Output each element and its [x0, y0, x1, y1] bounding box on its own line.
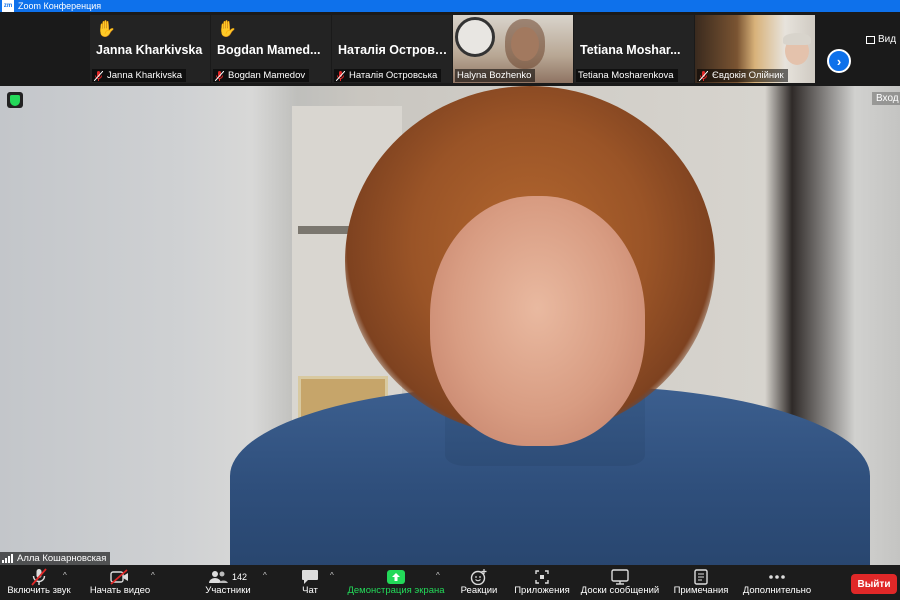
video-off-icon — [110, 565, 130, 585]
participant-tile[interactable]: Наталія Островсь... Наталія Островська — [332, 15, 452, 83]
participant-display-name: Janna Kharkivska — [96, 43, 203, 57]
participant-label: Євдокія Олійник — [697, 69, 788, 82]
participant-video-hair — [505, 19, 545, 69]
participant-display-name: Наталія Островсь... — [338, 43, 450, 57]
reactions-label: Реакции — [460, 585, 498, 596]
view-grid-icon — [866, 35, 875, 44]
participants-label: Участники — [205, 585, 251, 596]
chat-icon — [301, 565, 319, 585]
participant-label: Bogdan Mamedov — [213, 69, 310, 82]
participant-label: Halyna Bozhenko — [455, 69, 536, 82]
chat-label: Чат — [302, 585, 318, 596]
title-bar: zm Zoom Конференция — [0, 0, 900, 12]
chat-button[interactable]: Чат — [290, 565, 330, 600]
security-shield-icon[interactable] — [7, 92, 23, 108]
start-video-label: Начать видео — [89, 585, 151, 596]
exit-button[interactable]: Вход — [872, 92, 900, 105]
participant-name: Bogdan Mamedov — [228, 70, 306, 81]
chevron-up-icon[interactable]: ^ — [330, 571, 334, 580]
participants-count: 142 — [231, 571, 248, 582]
zoom-logo-icon: zm — [2, 0, 14, 12]
view-label: Вид — [878, 34, 897, 45]
share-screen-icon — [386, 565, 406, 585]
speaker-face — [430, 196, 645, 446]
share-screen-label: Демонстрация экрана — [347, 585, 445, 596]
participant-tile[interactable]: ✋ Bogdan Mamed... Bogdan Mamedov — [211, 15, 331, 83]
participant-label: Janna Kharkivska — [92, 69, 186, 82]
leave-button[interactable]: Выйти — [851, 574, 897, 594]
notes-button[interactable]: Примечания — [672, 565, 730, 600]
participant-name: Halyna Bozhenko — [457, 70, 532, 81]
participant-tile[interactable]: ✋ Janna Kharkivska Janna Kharkivska — [90, 15, 210, 83]
window-title: Zoom Конференция — [18, 1, 102, 11]
participant-video-hair — [783, 33, 811, 45]
unmute-label: Включить звук — [7, 585, 71, 596]
whiteboards-label: Доски сообщений — [580, 585, 660, 596]
mic-off-icon — [215, 70, 224, 81]
chevron-up-icon[interactable]: ^ — [63, 571, 67, 580]
participants-button[interactable]: 142 Участники — [200, 565, 256, 600]
participant-name: Євдокія Олійник — [712, 70, 784, 81]
chevron-up-icon[interactable]: ^ — [151, 571, 155, 580]
more-button[interactable]: Дополнительно — [740, 565, 814, 600]
whiteboard-icon — [611, 565, 629, 585]
speaker-label: Алла Кошарновская — [0, 552, 111, 565]
start-video-button[interactable]: Начать видео — [88, 565, 152, 600]
whiteboards-button[interactable]: Доски сообщений — [578, 565, 662, 600]
more-dots-icon — [768, 565, 786, 585]
notes-label: Примечания — [673, 585, 729, 596]
participant-name: Tetiana Mosharenkova — [578, 70, 674, 81]
mic-off-icon — [699, 70, 708, 81]
reactions-button[interactable]: Реакции — [456, 565, 502, 600]
participant-name: Janna Kharkivska — [107, 70, 182, 81]
apps-label: Приложения — [514, 585, 570, 596]
gallery-strip: ✋ Janna Kharkivska Janna Kharkivska ✋ Bo… — [0, 12, 900, 86]
active-speaker-video — [0, 86, 900, 565]
signal-strength-icon — [2, 554, 14, 563]
notes-icon — [694, 565, 708, 585]
smiley-plus-icon — [470, 565, 488, 585]
chevron-up-icon[interactable]: ^ — [436, 571, 440, 580]
participant-label: Tetiana Mosharenkova — [576, 69, 678, 82]
share-screen-button[interactable]: Демонстрация экрана — [346, 565, 446, 600]
view-button[interactable]: Вид — [866, 34, 896, 45]
raised-hand-icon: ✋ — [217, 21, 237, 38]
participant-display-name: Tetiana Moshar... — [580, 43, 681, 57]
participant-tile[interactable]: Євдокія Олійник — [695, 15, 815, 83]
participant-label: Наталія Островська — [334, 69, 442, 82]
mic-off-icon — [94, 70, 103, 81]
clock-decoration — [455, 17, 495, 57]
participants-icon: 142 — [208, 565, 248, 585]
participant-name: Наталія Островська — [349, 70, 438, 81]
chevron-up-icon[interactable]: ^ — [263, 571, 267, 580]
mic-muted-icon — [30, 565, 48, 586]
apps-icon — [534, 565, 550, 585]
participant-display-name: Bogdan Mamed... — [217, 43, 321, 57]
participant-tile[interactable]: Halyna Bozhenko — [453, 15, 573, 83]
meeting-toolbar: Включить звук ^ Начать видео ^ 142 Участ… — [0, 565, 900, 600]
apps-button[interactable]: Приложения — [512, 565, 572, 600]
more-label: Дополнительно — [742, 585, 812, 596]
gallery-next-button[interactable]: › — [827, 49, 851, 73]
speaker-name: Алла Кошарновская — [17, 553, 107, 564]
mic-off-icon — [336, 70, 345, 81]
participant-tile[interactable]: Tetiana Moshar... Tetiana Mosharenkova — [574, 15, 694, 83]
raised-hand-icon: ✋ — [96, 21, 116, 38]
